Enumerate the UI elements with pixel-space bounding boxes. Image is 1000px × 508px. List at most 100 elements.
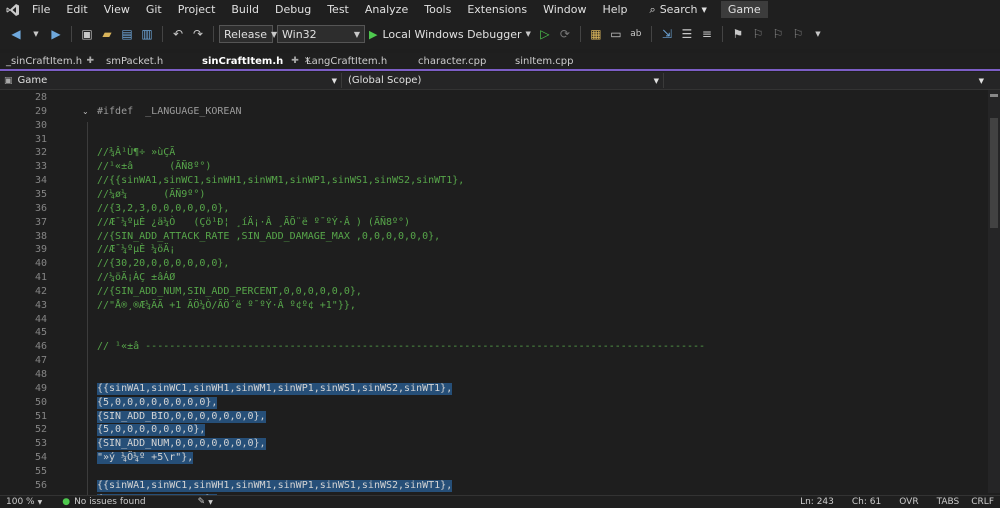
navigation-bar: ▣ Game ▼ (Global Scope) ▼ ▼: [0, 72, 1000, 90]
chevron-down-icon: ▼: [525, 30, 531, 38]
start-debugging-button[interactable]: ▶ Local Windows Debugger ▼: [369, 28, 531, 41]
indent-icon[interactable]: ≡: [699, 26, 715, 42]
selected-code-line[interactable]: {5,0,0,0,0,0,0,0,0},: [97, 396, 218, 409]
menu-item-edit[interactable]: Edit: [58, 0, 95, 19]
spell-check-icon[interactable]: ab: [628, 26, 644, 42]
tab-sincraftitem[interactable]: sinCraftItem.h ✚ ✕: [196, 53, 311, 69]
undo-icon[interactable]: ↶: [170, 26, 186, 42]
scope-select[interactable]: (Global Scope) ▼: [342, 73, 664, 88]
toolbar-separator: [162, 26, 163, 42]
code-comment-line[interactable]: //{SIN_ADD_ATTACK_RATE ,SIN_ADD_DAMAGE_M…: [97, 231, 440, 243]
code-line[interactable]: #ifdef _LANGUAGE_KOREAN: [97, 106, 242, 118]
code-comment-line[interactable]: //"Å®¸®Æ¼ÄÃ +1 ÃÖ¼Ò/ÃÖ´ë º¯ºÝ·Â º¢º¢ +1"…: [97, 300, 356, 312]
new-project-icon[interactable]: ▣: [79, 26, 95, 42]
line-number: 47: [34, 355, 47, 367]
menu-item-git[interactable]: Git: [138, 0, 170, 19]
issues-indicator[interactable]: ● No issues found: [56, 497, 151, 507]
open-folder-icon[interactable]: ▰: [99, 26, 115, 42]
line-ending-indicator[interactable]: CRLF: [965, 497, 1000, 507]
tab-smpacket[interactable]: smPacket.h: [100, 53, 196, 69]
scrollbar-thumb[interactable]: [990, 118, 998, 228]
line-number: 56: [34, 479, 47, 491]
code-comment-line[interactable]: //{{sinWA1,sinWC1,sinWH1,sinWM1,sinWP1,s…: [97, 175, 464, 187]
project-icon: ▣: [4, 75, 13, 86]
code-comment-line[interactable]: //{30,20,0,0,0,0,0,0},: [97, 258, 229, 270]
indentation-indicator[interactable]: TABS: [931, 497, 966, 507]
clear-bookmarks-icon[interactable]: ⚐: [790, 26, 806, 42]
code-comment-line[interactable]: //¾Â¹Ù¶÷ »ùÇÃ: [97, 147, 175, 159]
start-without-debugging-icon[interactable]: ▷: [537, 26, 553, 42]
code-comment-line[interactable]: //¼ø¼­ (ÃÑ9º°): [97, 189, 205, 201]
tab-character-cpp[interactable]: character.cpp: [412, 53, 509, 69]
menu-item-build[interactable]: Build: [223, 0, 267, 19]
search-label: Search: [659, 3, 698, 16]
menu-item-window[interactable]: Window: [535, 0, 594, 19]
toolbox-icon[interactable]: ▦: [588, 26, 604, 42]
pin-icon[interactable]: ✚: [86, 56, 94, 66]
menu-item-analyze[interactable]: Analyze: [357, 0, 416, 19]
selected-code-line[interactable]: {SIN_ADD_NUM,0,0,0,0,0,0,0},: [97, 438, 266, 451]
column-indicator[interactable]: Ch: 61: [846, 497, 887, 507]
code-comment-line[interactable]: //Æ¯¼ºµÈ ¼öÄ¡: [97, 244, 175, 256]
toolbar-separator: [579, 26, 581, 42]
brush-icon: ✎: [197, 497, 206, 507]
project-select[interactable]: ▣ Game ▼: [0, 73, 342, 88]
layout-icon[interactable]: ▭: [608, 26, 624, 42]
bookmark-prev-icon[interactable]: ⚐: [750, 26, 766, 42]
toolbar-overflow-icon[interactable]: ▼: [810, 26, 826, 42]
line-number: 51: [34, 410, 47, 422]
format-icon[interactable]: ☰: [679, 26, 695, 42]
selected-code-line[interactable]: "»ý ¼Ö¼º +5\r"},: [97, 452, 194, 465]
solution-name-button[interactable]: Game: [720, 1, 768, 18]
selected-code-line[interactable]: {SIN_ADD_BIO,0,0,0,0,0,0,0},: [97, 410, 266, 423]
overwrite-mode-indicator[interactable]: OVR: [893, 497, 924, 507]
search-button[interactable]: ⌕ Search ▼: [644, 3, 713, 17]
menu-item-file[interactable]: File: [24, 0, 58, 19]
visual-studio-logo-icon[interactable]: [2, 0, 24, 19]
menu-item-tools[interactable]: Tools: [416, 0, 459, 19]
code-comment-line[interactable]: //{3,2,3,0,0,0,0,0,0},: [97, 203, 229, 215]
configuration-select[interactable]: Release ▼: [219, 25, 277, 43]
menu-item-extensions[interactable]: Extensions: [459, 0, 535, 19]
selected-code-line[interactable]: {{sinWA1,sinWC1,sinWH1,sinWM1,sinWP1,sin…: [97, 479, 453, 492]
line-number: 52: [34, 424, 47, 436]
tab-sinitem-cpp[interactable]: sinItem.cpp: [509, 53, 599, 69]
tab-langcraftitem[interactable]: LangCraftItem.h: [300, 53, 412, 69]
code-editor[interactable]: 28 29 30 31 32 33 34 35 36 37 38 39 40 41 42 43 44 45 46 47…: [0, 90, 1000, 506]
zoom-select[interactable]: 100 % ▼: [0, 497, 48, 507]
menu-bar: File Edit View Git Project Build Debug Test Anal…: [0, 0, 1000, 19]
forward-icon[interactable]: ▶: [48, 26, 64, 42]
code-comment-line[interactable]: //¼öÄ¡ÀÇ ±âÁØ: [97, 272, 175, 284]
member-select[interactable]: ▼: [664, 73, 988, 88]
selected-code-line[interactable]: {{sinWA1,sinWC1,sinWH1,sinWM1,sinWP1,sin…: [97, 382, 453, 395]
save-all-icon[interactable]: ▥: [139, 26, 155, 42]
code-comment-line[interactable]: //Æ¯¼ºµÈ ¿ä¼Ò (Çö¹Ð¦ ¸íÄ¡·Â ¸ÃÕ¨ë º¯ºÝ·Â…: [97, 217, 410, 229]
menu-item-test[interactable]: Test: [319, 0, 357, 19]
code-comment-line[interactable]: //¹«±â (ÃÑ8º°): [97, 161, 211, 173]
line-number: 29: [34, 105, 47, 117]
fold-toggle-icon[interactable]: ⌄: [82, 107, 89, 116]
code-comment-line[interactable]: // ¹«±â --------------------------------…: [97, 341, 705, 353]
line-number: 35: [34, 188, 47, 200]
vertical-scrollbar[interactable]: [988, 90, 1000, 493]
line-indicator[interactable]: Ln: 243: [794, 497, 840, 507]
bookmark-next-icon[interactable]: ⚐: [770, 26, 786, 42]
tab-sincraftitem-underscore[interactable]: _sinCraftItem.h ✚: [0, 53, 100, 69]
menu-item-view[interactable]: View: [96, 0, 138, 19]
platform-select[interactable]: Win32 ▼: [277, 25, 365, 43]
refresh-icon[interactable]: ⟳: [557, 26, 573, 42]
redo-icon[interactable]: ↷: [190, 26, 206, 42]
project-name: Game: [17, 75, 48, 86]
step-icon[interactable]: ⇲: [659, 26, 675, 42]
save-icon[interactable]: ▤: [119, 26, 135, 42]
bookmark-icon[interactable]: ⚑: [730, 26, 746, 42]
pin-icon[interactable]: ✚: [291, 56, 299, 66]
code-comment-line[interactable]: //{SIN_ADD_NUM,SIN_ADD_PERCENT,0,0,0,0,0…: [97, 286, 362, 298]
back-icon[interactable]: ◀: [8, 26, 24, 42]
menu-item-project[interactable]: Project: [170, 0, 224, 19]
menu-item-help[interactable]: Help: [594, 0, 635, 19]
selected-code-line[interactable]: {5,0,0,0,0,0,0,0},: [97, 424, 206, 437]
menu-item-debug[interactable]: Debug: [267, 0, 319, 19]
code-cleanup-button[interactable]: ✎ ▼: [192, 497, 219, 507]
dropdown-icon[interactable]: ▼: [28, 26, 44, 42]
